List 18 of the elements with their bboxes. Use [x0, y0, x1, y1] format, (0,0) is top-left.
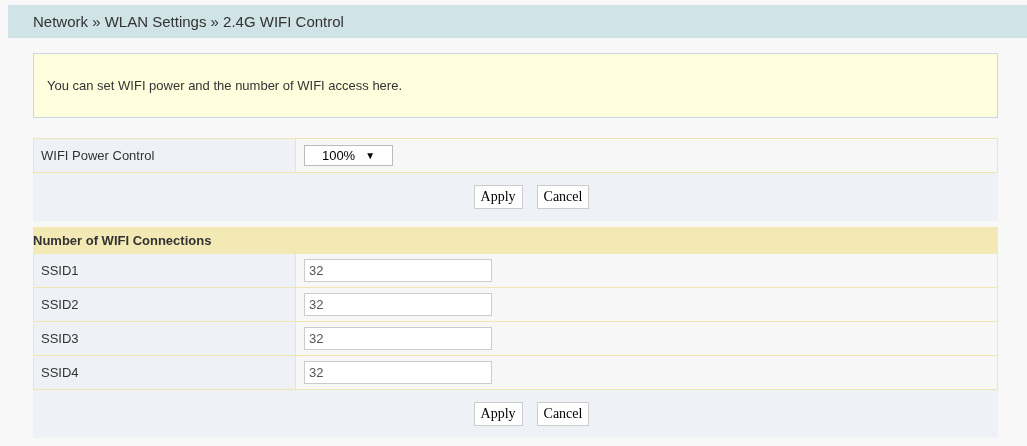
input-field[interactable]: 32 [304, 361, 492, 384]
apply-button[interactable]: Apply [473, 185, 523, 209]
input-field[interactable]: 32 [304, 327, 492, 350]
cancel-button[interactable]: Cancel [536, 402, 590, 426]
apply-button[interactable]: Apply [473, 402, 523, 426]
caret-icon: ▼ [365, 150, 376, 161]
input-field[interactable]: 32 [304, 259, 492, 282]
info-text: You can set WIFI power and the number of WIFI access here. [47, 78, 403, 93]
field-label: SSID4 [41, 365, 79, 380]
field-label: SSID1 [41, 263, 79, 278]
breadcrumb: Network » WLAN Settings » 2.4G WIFI Control [33, 13, 344, 30]
field-label: SSID3 [41, 331, 79, 346]
field-label: SSID2 [41, 297, 79, 312]
power-dropdown[interactable]: 100% ▼ [304, 145, 393, 166]
input-field[interactable]: 32 [304, 293, 492, 316]
section-title: Number of WIFI Connections [33, 233, 212, 248]
cancel-button[interactable]: Cancel [536, 185, 590, 209]
field-label: WIFI Power Control [41, 148, 155, 163]
